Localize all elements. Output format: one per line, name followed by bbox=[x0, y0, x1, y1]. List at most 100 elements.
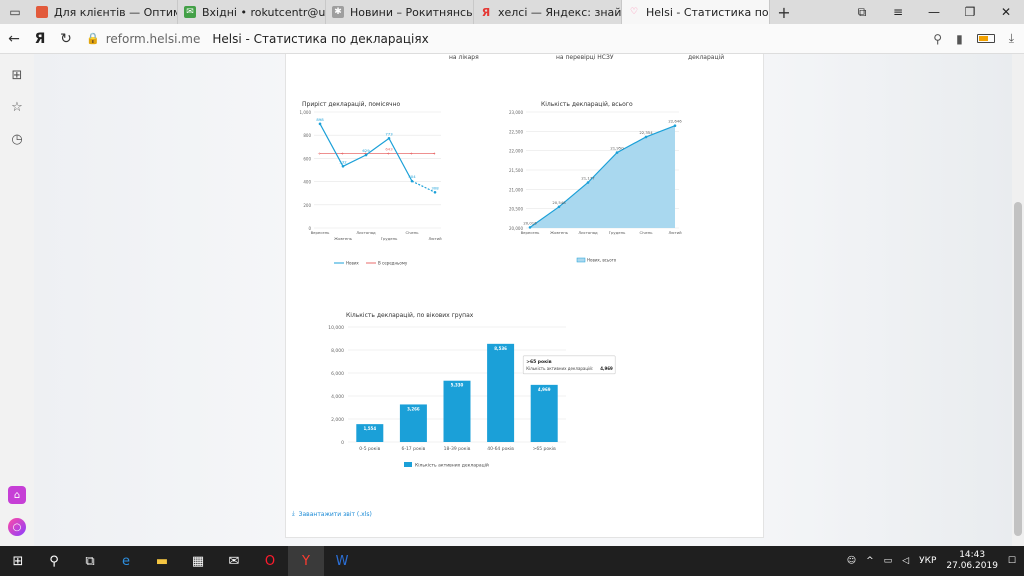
language-indicator[interactable]: УКР bbox=[919, 556, 936, 566]
file-explorer-icon[interactable]: ▬ bbox=[144, 546, 180, 576]
back-icon[interactable]: ← bbox=[0, 31, 28, 47]
average-data-label: 643 bbox=[385, 146, 393, 151]
apps-grid-icon[interactable]: ⊞ bbox=[8, 66, 26, 84]
data-label: 20,016 bbox=[523, 220, 537, 225]
battery-icon[interactable] bbox=[976, 34, 995, 43]
sidebar-toggle-icon[interactable]: ▭ bbox=[0, 0, 30, 24]
yandex-favicon-icon: Я bbox=[481, 5, 491, 19]
tab-4-active[interactable]: ♡ Helsi - Статистика по де ✕ bbox=[622, 0, 770, 24]
data-label: 21,950 bbox=[610, 146, 624, 151]
lock-icon: 🔒 bbox=[86, 32, 100, 45]
system-tray: ☺ ^ ▭ ◁ УКР 14:43 27.06.2019 ☐ bbox=[847, 550, 1024, 572]
tab-1[interactable]: ✉ Вхідні • rokutcentr@ukr.net bbox=[178, 0, 326, 24]
clock-time: 14:43 bbox=[959, 550, 986, 560]
opera-icon[interactable]: O bbox=[252, 546, 288, 576]
chevron-up-icon[interactable]: ^ bbox=[866, 556, 874, 566]
people-icon[interactable]: ☺ bbox=[847, 556, 856, 566]
tab-0[interactable]: Для клієнтів — Оптимальн bbox=[30, 0, 178, 24]
bookmarks-icon[interactable]: ⧉ bbox=[844, 0, 880, 24]
bookmark-icon[interactable]: ▮ bbox=[956, 32, 963, 46]
x-tick-label: Жовтень bbox=[334, 236, 353, 241]
scrollbar-thumb[interactable] bbox=[1014, 202, 1022, 536]
tab-favicon-icon: ✉ bbox=[184, 6, 196, 18]
tab-title: Вхідні • rokutcentr@ukr.net bbox=[202, 5, 326, 19]
data-label: 773 bbox=[385, 131, 393, 136]
y-tick-label: 20,500 bbox=[509, 207, 523, 212]
alice-home-icon[interactable]: ⌂ bbox=[8, 486, 26, 504]
helsi-favicon-icon: ♡ bbox=[629, 7, 639, 17]
x-tick-label: Листопад bbox=[578, 230, 598, 235]
x-tick-label: Грудень bbox=[381, 236, 398, 241]
clock-date: 27.06.2019 bbox=[946, 561, 998, 571]
data-label: 898 bbox=[316, 117, 324, 122]
url-page-title: Helsi - Статистика по деклараціях bbox=[212, 31, 429, 46]
edge-icon[interactable]: e bbox=[108, 546, 144, 576]
word-icon[interactable]: W bbox=[324, 546, 360, 576]
network-icon[interactable]: ▭ bbox=[884, 556, 893, 566]
y-tick-label: 400 bbox=[303, 180, 311, 185]
data-label: 404 bbox=[408, 174, 416, 179]
data-point bbox=[615, 151, 619, 154]
y-tick-label: 8,000 bbox=[331, 348, 344, 354]
clock[interactable]: 14:43 27.06.2019 bbox=[946, 550, 998, 572]
menu-icon[interactable]: ≡ bbox=[880, 0, 916, 24]
new-tab-icon[interactable]: + bbox=[770, 0, 798, 24]
chart2-title: Кількість декларацій, всього bbox=[541, 101, 633, 108]
data-point bbox=[364, 153, 368, 157]
data-point bbox=[644, 135, 648, 139]
tab-2[interactable]: ✱ Новини – Рокитнянський bbox=[326, 0, 474, 24]
data-point bbox=[341, 164, 345, 168]
url-field[interactable]: 🔒 reform.helsi.me Helsi - Статистика по … bbox=[86, 32, 933, 46]
download-icon[interactable]: ⤓ bbox=[1009, 31, 1014, 46]
legend-label: Кількість активних декларацій bbox=[415, 462, 489, 469]
data-label: 21,177 bbox=[581, 175, 595, 180]
reload-icon[interactable]: ↻ bbox=[52, 31, 80, 47]
windows-start-icon[interactable]: ⊞ bbox=[0, 546, 36, 576]
tab-3[interactable]: Я хелсі — Яндекс: знайшлос bbox=[474, 0, 622, 24]
legend-label-new: Нових bbox=[346, 261, 359, 266]
minimize-icon[interactable]: — bbox=[916, 0, 952, 24]
scrollbar[interactable] bbox=[1012, 54, 1024, 546]
data-point bbox=[528, 226, 532, 229]
download-report-link[interactable]: ⤓ Завантажити звіт (.xls) bbox=[292, 510, 372, 518]
x-tick-label: Грудень bbox=[609, 230, 626, 235]
x-tick-label: Листопад bbox=[356, 230, 376, 235]
x-tick-label: >65 років bbox=[533, 446, 557, 452]
volume-icon[interactable]: ◁ bbox=[902, 556, 909, 566]
data-label: 22,354 bbox=[639, 130, 653, 135]
yandex-logo-icon[interactable]: Я bbox=[28, 31, 52, 47]
notifications-icon[interactable]: ☐ bbox=[1008, 556, 1016, 566]
task-view-icon[interactable]: ⧉ bbox=[72, 546, 108, 576]
close-window-icon[interactable]: ✕ bbox=[988, 0, 1024, 24]
x-tick-label: 6-17 років bbox=[401, 446, 425, 452]
mail-icon[interactable]: ✉ bbox=[216, 546, 252, 576]
bar-data-label: 3,266 bbox=[407, 406, 420, 411]
search-icon[interactable]: ⚲ bbox=[36, 546, 72, 576]
history-clock-icon[interactable]: ◷ bbox=[8, 130, 26, 148]
data-label: 22,646 bbox=[668, 119, 682, 124]
key-icon[interactable]: ⚲ bbox=[933, 32, 942, 46]
chart3-title: Кількість декларацій, по вікових групах bbox=[346, 312, 474, 319]
growth-line-chart: 02004006008001,000ВересеньЖовтеньЛистопа… bbox=[300, 110, 443, 266]
tooltip-title: >65 років bbox=[526, 359, 552, 365]
star-icon[interactable]: ☆ bbox=[8, 98, 26, 116]
average-point: + bbox=[341, 151, 344, 156]
legend-swatch bbox=[576, 257, 586, 263]
download-label: Завантажити звіт (.xls) bbox=[298, 510, 372, 518]
data-label: 532 bbox=[339, 159, 347, 164]
yandex-browser-icon[interactable]: Y bbox=[288, 546, 324, 576]
stats-card: на лікаря на перевірці НСЗУ декларацій П… bbox=[285, 54, 764, 538]
x-tick-label: Лютий bbox=[428, 236, 442, 241]
alice-assistant-icon[interactable]: ○ bbox=[8, 518, 26, 536]
tab-title: Helsi - Статистика по де bbox=[646, 5, 769, 19]
y-tick-label: 22,500 bbox=[509, 129, 523, 134]
restore-icon[interactable]: ❐ bbox=[952, 0, 988, 24]
y-tick-label: 21,000 bbox=[509, 187, 523, 192]
store-icon[interactable]: ▦ bbox=[180, 546, 216, 576]
bar bbox=[487, 343, 515, 442]
tab-favicon-icon bbox=[36, 6, 48, 18]
top-label: декларацій bbox=[688, 54, 725, 61]
legend-swatch bbox=[404, 462, 412, 467]
bar-data-label: 5,330 bbox=[451, 383, 464, 388]
y-tick-label: 22,000 bbox=[509, 149, 523, 154]
